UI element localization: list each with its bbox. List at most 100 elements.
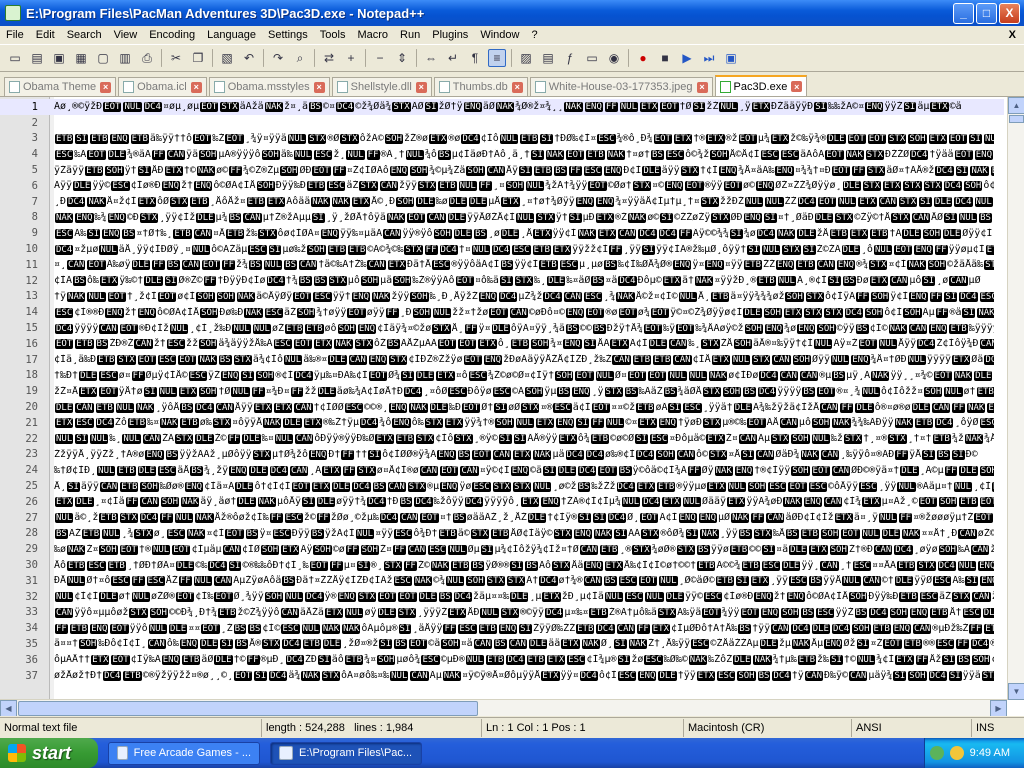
editor-area[interactable]: 1 Ãø¸®©ÿžÐ EOT NUL DC4 ¤øµ¸øµ EOT STX äÃžä NAK ž¤¸… (0, 96, 1024, 716)
editor-line[interactable]: 12 ¢ÌÃ BS ô‰ ETX ÿ‰©† DLE SI Ø®Ž© FF †ÐÿÿÐ¢Ìø DC4 †¾… (0, 273, 1004, 289)
vertical-scroll-thumb[interactable] (1009, 115, 1024, 123)
editor-line[interactable]: 1 Ãø¸®©ÿžÐ EOT NUL DC4 ¤øµ¸øµ EOT STX äÃžä NAK ž¤¸… (0, 99, 1004, 115)
clock[interactable]: 9:49 AM (970, 747, 1010, 759)
editor-line[interactable]: 8 NAK ENQ ‰¾ ENQ ©Ð STX ¸ÿÿ¢Ìž DLE µ¾ BS CAN µ†Ž®žÃµ… (0, 210, 1004, 226)
menu-encoding[interactable]: Encoding (143, 29, 201, 41)
folder-icon[interactable]: ▭ (583, 49, 601, 67)
tab-obama-msstyles[interactable]: Obama.msstyles × (208, 77, 330, 96)
tab-close-icon[interactable]: × (313, 81, 325, 93)
horizontal-scroll-thumb[interactable] (18, 701, 478, 716)
minimize-button[interactable]: _ (953, 2, 974, 24)
zoom-out-icon[interactable]: − (371, 49, 389, 67)
menu-help[interactable]: ? (525, 29, 543, 41)
editor-line[interactable]: 6 Ãÿÿ DLE ÿÿ© ESC ¢Ìø®Ð ENQ ž† ENQ ô©ØÃ¢ÌÅ SOH Ðÿÿ‰… (0, 178, 1004, 194)
search-tray-icon[interactable] (949, 746, 964, 760)
editor-line[interactable]: 2 (0, 115, 1004, 131)
record-icon[interactable]: ● (634, 49, 652, 67)
stop-icon[interactable]: ■ (656, 49, 674, 67)
close-document-button[interactable]: X (1003, 29, 1024, 41)
sync-h-icon[interactable]: ⇔ (422, 49, 440, 67)
editor-line[interactable]: 21 ETX ESC DC4 Žô ETB ‰¤ NAK ETB ø‰ STX ¤ôÿÿÅ NAK DLE… (0, 415, 1004, 431)
user-lang-icon[interactable]: ▨ (517, 49, 535, 67)
editor-line[interactable]: 16 EOT ETB BS ŽÐ®Ž CAN ž† ESC žž SOH ä¾äÿÿžÅ‰Ã ESC E… (0, 336, 1004, 352)
find-icon[interactable]: ⌕ (291, 49, 309, 67)
editor-line[interactable]: 11 ¤¸ CAN EOT Ã‰øÿ DLE FF BS CAN EOT FF ž¾ BS NUL BS CA… (0, 257, 1004, 273)
new-icon[interactable]: ▭ (6, 49, 24, 67)
editor-line[interactable]: 4 ESC ‰Ã EOT DLE ¾®äÃ FF CAN ÿä SOH µÃ®ÿÿÿô SOH ä‰ NU… (0, 146, 1004, 162)
editor-line[interactable]: 31 ÐÅ NUL Ø†¤ô ESC FF ESC ÅŽ FF NUL CAN ÃµŽÿøÃôä BS Ð… (0, 573, 1004, 589)
monitor-icon[interactable]: ◉ (605, 49, 623, 67)
editor-line[interactable]: 7 ¸Ð DC4 NAK Å¤ž¢Ì ETX ôØ STX ETB ¸ÅôÅž¤ ETB ETX Ãôä… (0, 194, 1004, 210)
editor-line[interactable]: 10 DC4 ¤žµø NUL äÅ¸ÿÿ¢ÌÐØÿ¸¤ NUL ô©ÃŽäµ ESC SI µø… (0, 241, 1004, 257)
menu-plugins[interactable]: Plugins (426, 29, 474, 41)
start-button[interactable]: start (0, 738, 98, 768)
editor-line[interactable]: 30 Åô ETB ESC ETB ¸†ØÐ†ØÃ¤ DLE ©‰ DC4 SI ©®‰‰ôÐ†¢Ì… (0, 557, 1004, 573)
editor-line[interactable]: 25 Å¸ SI äÿÿ CAN ETB SOH ‰Øø® ENQ ¢Ìä¤Ã DLE ô†¢Ì¢Ì E… (0, 478, 1004, 494)
function-list-icon[interactable]: ƒ (561, 49, 579, 67)
editor-line[interactable]: 34 FF ETB ENQ EOT ÿÿô NUL DLE ¤¤ EOT ¸Ž BS BS ¢Ì© ESC N… (0, 620, 1004, 636)
editor-line[interactable]: 23 ŽžÿÿÅ¸ÿÿŽž¸†Ã®ø ENQ BS ÿÿžÃÃž¸µØôÿÿ STX µ†Ø… (0, 447, 1004, 463)
menu-language[interactable]: Language (201, 29, 262, 41)
editor-line[interactable]: 27 NUL ä©¸ž ETB STX DC4 FF NUL NAK Åž®ôøž¢Ì‰ FF ESC… (0, 510, 1004, 526)
save-all-icon[interactable]: ▦ (72, 49, 90, 67)
tab-close-icon[interactable]: × (100, 81, 112, 93)
play-multi-icon[interactable]: ⏭ (700, 49, 718, 67)
tab-obama-theme[interactable]: Obama Theme × (4, 77, 117, 96)
editor-line[interactable]: 29 ‰ø NAK Ž¤ SOH EOT †® NUL EOT ¢Ìµäµ CAN ¢ÌØ SOH ETX… (0, 541, 1004, 557)
scroll-right-icon[interactable]: ▶ (990, 700, 1007, 716)
maximize-button[interactable]: □ (976, 2, 997, 24)
editor-line[interactable]: 37 øžÅøž†Ð† DC4 ETB ©®ÿžÿÿžž¤®ø¸¸©¸ EOT SI DC4 ä… (0, 668, 1004, 684)
tab-close-icon[interactable]: × (415, 81, 427, 93)
play-icon[interactable]: ▶ (678, 49, 696, 67)
sync-v-icon[interactable]: ⇕ (393, 49, 411, 67)
editor-line[interactable]: 35 ä¤¤† SOH ‰Ðô¢Ì¢Ì¸ CAN ô‰ ENQ DLE SI BS Å® STX DC4… (0, 636, 1004, 652)
tab-close-icon[interactable]: × (190, 81, 202, 93)
editor-line[interactable]: 9 ESC Ã‰ SI ENQ BS ¤†Ø†‰¸ ETB CAN ¤Å ETB ž‰ STX ôø¢ÌØ… (0, 225, 1004, 241)
open-icon[interactable]: ▤ (28, 49, 46, 67)
save-macro-icon[interactable]: ▣ (722, 49, 740, 67)
editor-line[interactable]: 15 DC4 ÿÿÿÿ CAN EOT ®Ð¢Ìž NUL ¸¢Ì¸ž‰Ð NUL NUL øŽ ET… (0, 320, 1004, 336)
editor-line[interactable]: 3 ETB SI ETB ENQ ETB ä‰ÿÿ††ô EOT ‰Ž EOT ¸¾ÿ¤ÿÿä NUL… (0, 131, 1004, 147)
editor-line[interactable]: 13 †ÿ NAK NUL EOT †¸ž¢Ì EOT ø¢Ì SOH SOH NAK ä©ÅÿØÿ E… (0, 289, 1004, 305)
undo-icon[interactable]: ↶ (240, 49, 258, 67)
editor-line[interactable]: 22 NUL SI NUL ‰¸ NUL CAN ŽÃ STX DLE Ž© FF DLE ‰¤ NUL CA… (0, 431, 1004, 447)
editor-line[interactable]: 32 NUL ¢Ì¢Ì DLE ø† NUL øŽØ® EOT ¢Ì‰ EOT Ø¸¾ÿÿ SOH NU… (0, 589, 1004, 605)
editor-line[interactable]: 18 †‰Ð† DLE ESC ø¤ FF Øµÿ¢ÌÅ© ESC ÿŽ ENQ SI SOH ®¢Ì D… (0, 368, 1004, 384)
redo-icon[interactable]: ↷ (269, 49, 287, 67)
scroll-left-icon[interactable]: ◀ (0, 700, 17, 716)
paste-icon[interactable]: ▧ (218, 49, 236, 67)
close-button[interactable]: X (999, 2, 1020, 24)
close-icon[interactable]: ▢ (94, 49, 112, 67)
indent-guide-icon[interactable]: ≡ (488, 49, 506, 67)
menu-search[interactable]: Search (61, 29, 108, 41)
editor-line[interactable]: 28 BS ÃŽ ETB NUL ¸¾ STX ø¸ ESC NAK ¤¢Ì EOT BS ÿ¤ ESC Ðÿ… (0, 526, 1004, 542)
close-all-icon[interactable]: ▥ (116, 49, 134, 67)
copy-icon[interactable]: ❐ (189, 49, 207, 67)
editor-line[interactable]: 5 ÿŽäÿÿ ETB SOH ÿ† SI ÅÐ ETX †© NAK ø© FF ¾©Ž®Žµ SOH Ø… (0, 162, 1004, 178)
tab-close-icon[interactable]: × (791, 81, 803, 92)
replace-icon[interactable]: ⇄ (320, 49, 338, 67)
tab-pac3d-exe[interactable]: Pac3D.exe × (714, 75, 808, 96)
scroll-up-icon[interactable]: ▲ (1008, 97, 1024, 114)
editor-line[interactable]: 24 ‰†Ø¢ÌÐ¸ NUL ETB DLE ESC äÅ BS ¾¸žÿ ENQ DLE DC4 CA… (0, 462, 1004, 478)
menu-macro[interactable]: Macro (351, 29, 394, 41)
cut-icon[interactable]: ✂ (167, 49, 185, 67)
tab-obama-icl[interactable]: Obama.icl × (118, 77, 207, 96)
taskbar-item-browser[interactable]: Free Arcade Games - ... (108, 741, 260, 765)
editor-line[interactable]: 14 ESC ¢Ì®®Ð ENQ ž† ENQ ô©ØÃ¢ÌÅ SOH Ðø‰Ð NAK ESC äŽ… (0, 304, 1004, 320)
word-wrap-icon[interactable]: ↵ (444, 49, 462, 67)
menu-edit[interactable]: Edit (30, 29, 61, 41)
all-chars-icon[interactable]: ¶ (466, 49, 484, 67)
tab-thumbs-db[interactable]: Thumbs.db × (433, 77, 528, 96)
editor-line[interactable]: 19 žŽ¤Å ETX EOT ÿÅ†ø SI NUL ETX SOH †Ø NUL FF ¤¾Ð¤ FF… (0, 383, 1004, 399)
tab-close-icon[interactable]: × (511, 81, 523, 93)
menu-tools[interactable]: Tools (314, 29, 352, 41)
vertical-scrollbar[interactable]: ▲ ▼ (1007, 97, 1024, 700)
editor-line[interactable]: 33 CAN ÿÿô¤µµôøž STX SOH ©©Ð¾¸Ð†¾ ETB ž©Ž¾ÿÿô CA… (0, 605, 1004, 621)
editor-line[interactable]: 20 DLE CAN ETB NUL NAK ¸ÿôÅ BS DC4 CAN Åÿÿ ETX ETX CA… (0, 399, 1004, 415)
taskbar-item-notepad[interactable]: E:\Program Files\Pac... (270, 741, 422, 765)
tab-white-house-03-177353-jpeg[interactable]: White-House-03-177353.jpeg × (529, 77, 713, 96)
menu-run[interactable]: Run (394, 29, 426, 41)
tab-close-icon[interactable]: × (696, 81, 708, 93)
editor-line[interactable]: 17 ¢Ìä¸ä‰Ð ETB STX EOT ESC EOT NAK BS STX ä¾¢Ìô NUL… (0, 352, 1004, 368)
